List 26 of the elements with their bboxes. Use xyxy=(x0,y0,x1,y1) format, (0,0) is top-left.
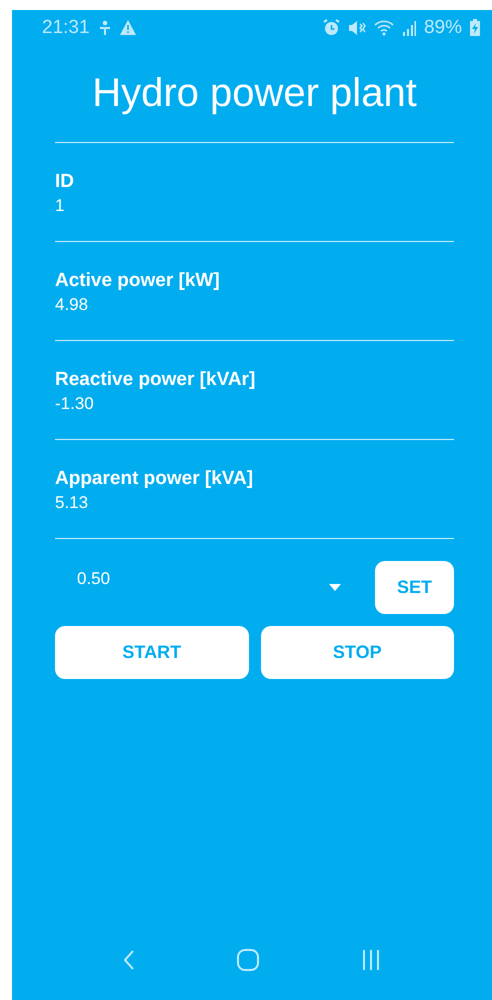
field-label: ID xyxy=(55,170,75,194)
dropdown-arrow-icon xyxy=(329,584,341,591)
warning-icon xyxy=(120,20,136,35)
field-label: Reactive power [kVAr] xyxy=(55,368,256,392)
status-time: 21:31 xyxy=(42,16,90,38)
signal-icon xyxy=(402,20,416,36)
value-dropdown[interactable]: 0.50 xyxy=(55,561,351,614)
mute-icon xyxy=(348,20,366,36)
wifi-icon xyxy=(374,20,394,36)
stop-button[interactable]: STOP xyxy=(260,626,454,679)
alarm-icon xyxy=(322,19,340,36)
back-icon[interactable] xyxy=(123,950,135,970)
battery-percent: 89% xyxy=(424,16,462,38)
field-label: Apparent power [kVA] xyxy=(55,467,254,491)
field-value: 1 xyxy=(55,195,66,217)
field-value: -1.30 xyxy=(55,393,95,415)
page-title: Hydro power plant xyxy=(55,45,454,143)
start-button[interactable]: START xyxy=(55,626,248,679)
field-value: 5.13 xyxy=(55,492,90,514)
person-icon xyxy=(98,20,112,36)
set-button[interactable]: SET xyxy=(375,561,454,614)
battery-charging-icon xyxy=(470,19,480,36)
recents-icon[interactable] xyxy=(361,950,381,970)
field-label: Active power [kW] xyxy=(55,269,221,293)
home-icon[interactable] xyxy=(237,949,259,971)
field-value: 4.98 xyxy=(55,294,90,316)
